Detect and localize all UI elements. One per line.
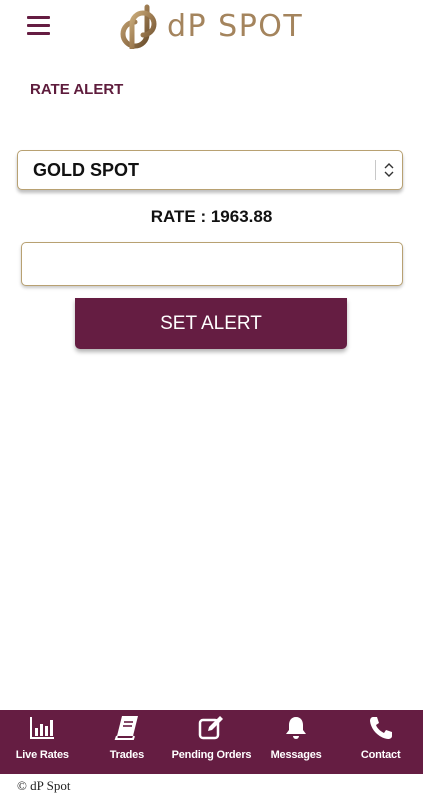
bottom-nav: Live Rates Trades Pending Orders Message… <box>0 710 423 774</box>
edit-icon <box>199 716 224 740</box>
nav-item-messages[interactable]: Messages <box>254 710 339 774</box>
up-down-chevron-icon <box>376 150 402 190</box>
nav-item-trades[interactable]: Trades <box>85 710 170 774</box>
book-icon <box>114 716 138 740</box>
instrument-select-value: GOLD SPOT <box>33 159 140 180</box>
nav-label: Pending Orders <box>171 749 252 761</box>
alert-rate-input[interactable] <box>21 242 403 286</box>
set-alert-button[interactable]: SET ALERT <box>75 298 347 349</box>
brand-name: dP SPOT <box>167 9 304 44</box>
current-rate: RATE : 1963.88 <box>150 207 273 226</box>
nav-label: Messages <box>270 749 322 761</box>
copyright-text: © dP Spot <box>17 778 71 793</box>
nav-item-live-rates[interactable]: Live Rates <box>0 710 85 774</box>
brand-logo: dP SPOT <box>117 4 303 49</box>
nav-item-pending-orders[interactable]: Pending Orders <box>169 710 254 774</box>
nav-label: Trades <box>109 749 145 761</box>
bar-chart-icon <box>30 717 55 739</box>
dp-logo-icon <box>120 4 157 49</box>
phone-icon <box>369 717 392 739</box>
hamburger-menu-icon[interactable] <box>27 16 50 35</box>
bell-icon <box>286 717 307 739</box>
nav-label: Live Rates <box>15 749 69 761</box>
nav-item-contact[interactable]: Contact <box>338 710 423 774</box>
page-title: RATE ALERT <box>30 81 124 98</box>
instrument-select[interactable]: GOLD SPOT <box>17 150 403 190</box>
nav-label: Contact <box>360 749 401 761</box>
